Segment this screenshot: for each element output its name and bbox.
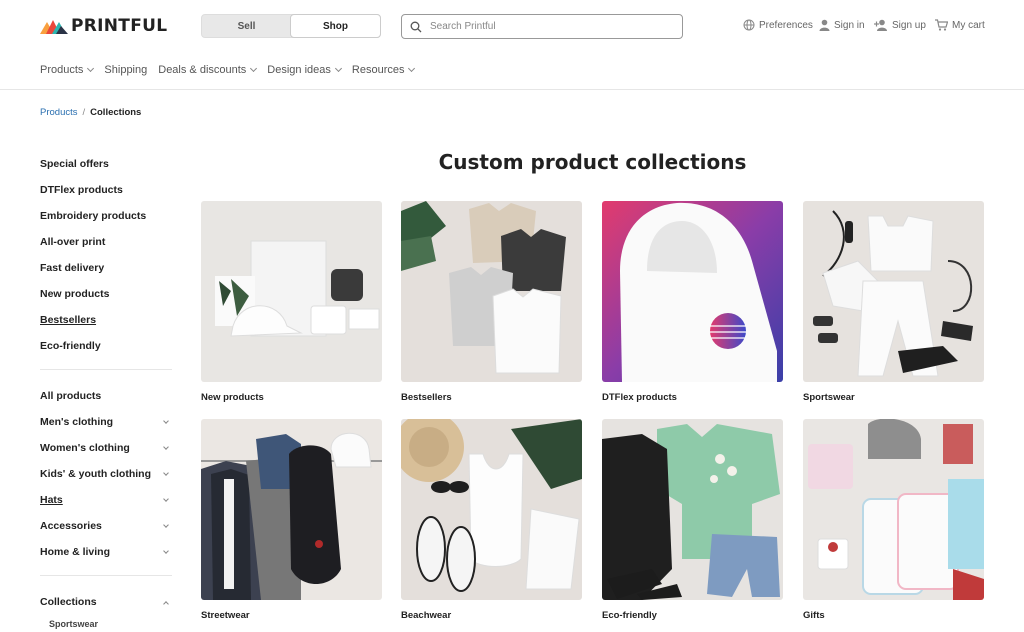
collection-label: Sportswear <box>803 392 855 403</box>
main-nav: Products Shipping Deals & discounts Desi… <box>40 64 425 76</box>
collection-image <box>401 201 582 382</box>
sidebar-item-kids-clothing[interactable]: Kids' & youth clothing <box>40 461 172 487</box>
sidebar-item-collections[interactable]: Collections <box>40 589 172 615</box>
preferences-link[interactable]: Preferences <box>743 19 813 31</box>
sidebar-item-accessories[interactable]: Accessories <box>40 513 172 539</box>
sidebar-item-new-products[interactable]: New products <box>40 281 172 307</box>
collection-card-dtflex[interactable]: DTFlex products <box>602 201 783 403</box>
collection-card-eco-friendly[interactable]: Eco-friendly <box>602 419 783 621</box>
search-icon <box>410 21 422 32</box>
user-icon <box>819 19 830 31</box>
brand-name: PRINTFUL <box>71 16 168 36</box>
search-input[interactable] <box>430 21 670 32</box>
collection-label: New products <box>201 392 264 403</box>
chevron-down-icon <box>163 547 169 554</box>
breadcrumb-current: Collections <box>90 107 142 118</box>
user-add-icon <box>874 19 887 31</box>
collection-image <box>602 201 783 382</box>
nav-deals[interactable]: Deals & discounts <box>158 64 258 76</box>
collection-label: Beachwear <box>401 610 452 621</box>
sidebar-item-all-products[interactable]: All products <box>40 383 172 409</box>
collection-label: Bestsellers <box>401 392 452 403</box>
chevron-down-icon <box>163 469 169 476</box>
breadcrumb: Products / Collections <box>40 107 141 118</box>
collection-image <box>803 419 984 600</box>
chevron-down-icon <box>163 443 169 450</box>
nav-shipping[interactable]: Shipping <box>104 64 147 76</box>
nav-resources[interactable]: Resources <box>351 64 416 76</box>
search-box[interactable] <box>401 14 683 39</box>
collection-label: Eco-friendly <box>602 610 657 621</box>
sidebar-item-fast-delivery[interactable]: Fast delivery <box>40 255 172 281</box>
breadcrumb-separator: / <box>82 107 86 118</box>
sidebar-item-special-offers[interactable]: Special offers <box>40 151 172 177</box>
sell-shop-toggle[interactable]: Sell Shop <box>201 14 381 38</box>
cart-link[interactable]: My cart <box>935 19 985 31</box>
collection-image <box>803 201 984 382</box>
sidebar-item-hats[interactable]: Hats <box>40 487 172 513</box>
sidebar-item-all-over-print[interactable]: All-over print <box>40 229 172 255</box>
preferences-label: Preferences <box>759 19 813 31</box>
page-title: Custom product collections <box>438 150 747 174</box>
shop-toggle-button[interactable]: Shop <box>290 14 381 38</box>
sign-up-link[interactable]: Sign up <box>874 19 926 31</box>
chevron-down-icon <box>408 64 416 73</box>
collection-card-streetwear[interactable]: Streetwear <box>201 419 382 621</box>
chevron-down-icon <box>334 64 342 73</box>
chevron-down-icon <box>163 521 169 528</box>
chevron-down-icon <box>87 64 95 73</box>
collection-image <box>602 419 783 600</box>
sidebar-item-mens-clothing[interactable]: Men's clothing <box>40 409 172 435</box>
sign-up-label: Sign up <box>892 19 926 31</box>
collection-image <box>401 419 582 600</box>
sign-in-link[interactable]: Sign in <box>819 19 865 31</box>
nav-resources-label: Resources <box>351 64 405 76</box>
sidebar: Special offers DTFlex products Embroider… <box>40 151 172 632</box>
sign-in-label: Sign in <box>834 19 865 31</box>
chevron-down-icon <box>250 64 258 73</box>
sidebar-item-bestsellers[interactable]: Bestsellers <box>40 307 172 333</box>
collection-label: DTFlex products <box>602 392 677 403</box>
collection-card-beachwear[interactable]: Beachwear <box>401 419 582 621</box>
sidebar-item-home-living[interactable]: Home & living <box>40 539 172 565</box>
sidebar-subitem-sportswear[interactable]: Sportswear <box>40 615 172 632</box>
printful-logo[interactable]: PRINTFUL <box>40 15 167 37</box>
collection-image <box>201 201 382 382</box>
nav-design-ideas-label: Design ideas <box>267 64 331 76</box>
collection-card-sportswear[interactable]: Sportswear <box>803 201 984 403</box>
globe-icon <box>743 19 755 31</box>
cart-icon <box>935 19 948 31</box>
sidebar-item-womens-clothing[interactable]: Women's clothing <box>40 435 172 461</box>
sidebar-item-embroidery[interactable]: Embroidery products <box>40 203 172 229</box>
sidebar-divider <box>40 575 172 576</box>
collection-label: Streetwear <box>201 610 250 621</box>
chevron-up-icon <box>163 600 169 607</box>
nav-deals-label: Deals & discounts <box>158 64 247 76</box>
collection-card-new-products[interactable]: New products <box>201 201 382 403</box>
nav-shipping-label: Shipping <box>104 64 148 76</box>
header-divider <box>0 89 1024 90</box>
chevron-down-icon <box>163 495 169 502</box>
collection-card-gifts[interactable]: Gifts <box>803 419 984 621</box>
collection-card-bestsellers[interactable]: Bestsellers <box>401 201 582 403</box>
nav-products[interactable]: Products <box>40 64 95 76</box>
collection-label: Gifts <box>803 610 825 621</box>
sidebar-divider <box>40 369 172 370</box>
nav-products-label: Products <box>40 64 84 76</box>
cart-label: My cart <box>952 19 985 31</box>
collection-image <box>201 419 382 600</box>
sidebar-item-eco-friendly[interactable]: Eco-friendly <box>40 333 172 359</box>
sell-toggle-button[interactable]: Sell <box>202 15 291 37</box>
breadcrumb-products-link[interactable]: Products <box>40 107 78 118</box>
chevron-down-icon <box>163 417 169 424</box>
sidebar-item-dtflex[interactable]: DTFlex products <box>40 177 172 203</box>
nav-design-ideas[interactable]: Design ideas <box>267 64 342 76</box>
logo-mark-icon <box>40 20 68 34</box>
